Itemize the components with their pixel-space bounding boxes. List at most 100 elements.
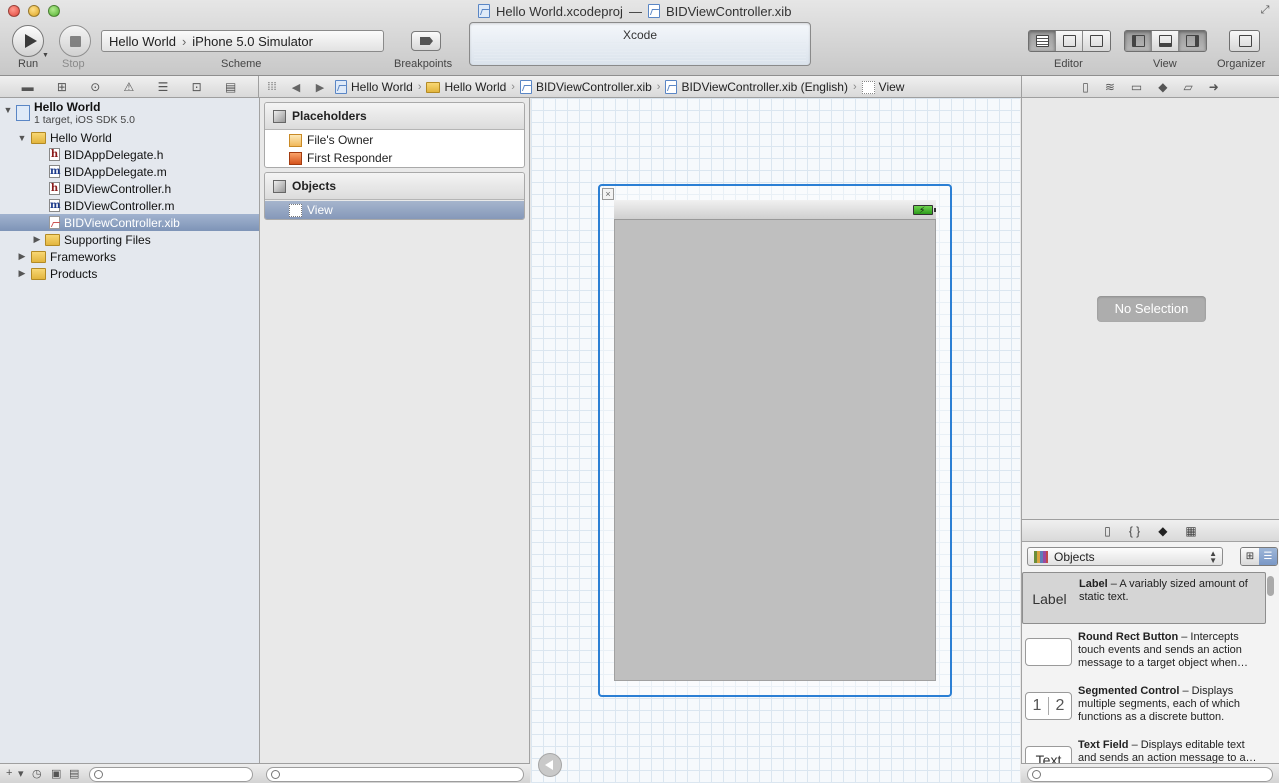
- toggle-debug-area-button[interactable]: [1152, 31, 1179, 51]
- file-row[interactable]: m BIDViewController.m: [0, 197, 259, 214]
- zoom-window-button[interactable]: [48, 5, 60, 17]
- file-row[interactable]: h BIDViewController.h: [0, 180, 259, 197]
- show-document-outline-icon[interactable]: [538, 753, 562, 777]
- identity-inspector-icon[interactable]: ▭: [1131, 80, 1142, 94]
- library-item-text-field[interactable]: Text Text Field – Displays editable text…: [1022, 734, 1266, 764]
- source-control-filter-icon[interactable]: ▣: [51, 767, 61, 780]
- window-toolbar: Hello World.xcodeproj — BIDViewControlle…: [0, 0, 1279, 76]
- main-view[interactable]: [614, 220, 936, 681]
- breadcrumb-localization[interactable]: BIDViewController.xib (English): [662, 80, 851, 94]
- group-row[interactable]: ▼ Hello World: [0, 129, 259, 146]
- version-editor-button[interactable]: [1083, 31, 1110, 51]
- filter-menu-caret-icon[interactable]: ▾: [18, 767, 24, 780]
- project-root-row[interactable]: ▼ Hello World 1 target, iOS SDK 5.0: [0, 100, 259, 128]
- breadcrumb-view[interactable]: View: [859, 80, 908, 94]
- library-item-round-rect-button[interactable]: Round Rect Button – Intercepts touch eve…: [1022, 626, 1266, 678]
- add-file-icon[interactable]: +: [6, 767, 12, 779]
- breadcrumb-project[interactable]: Hello World: [332, 80, 416, 94]
- icon-view-button[interactable]: ⊞: [1241, 548, 1259, 565]
- debug-navigator-icon[interactable]: ☰: [158, 80, 169, 94]
- file-row[interactable]: m BIDAppDelegate.m: [0, 163, 259, 180]
- breakpoint-navigator-icon[interactable]: ⊡: [192, 80, 202, 94]
- code-snippet-library-icon[interactable]: { }: [1129, 524, 1140, 538]
- run-menu-caret-icon[interactable]: ▼: [42, 52, 49, 59]
- library-item-name: Segmented Control: [1078, 685, 1180, 697]
- recent-files-icon[interactable]: ◷: [32, 767, 42, 780]
- disclosure-collapsed-icon[interactable]: ▶: [17, 268, 27, 279]
- fullscreen-icon[interactable]: ⤢: [1259, 4, 1271, 16]
- forward-arrow-icon[interactable]: ▶: [308, 81, 332, 94]
- outline-item-first-responder[interactable]: First Responder: [265, 149, 524, 167]
- interface-builder-canvas[interactable]: × ⚡: [531, 98, 1020, 783]
- disclosure-expanded-icon[interactable]: ▼: [3, 105, 13, 115]
- back-arrow-icon[interactable]: ◀: [284, 81, 308, 94]
- disclosure-expanded-icon[interactable]: ▼: [17, 133, 27, 143]
- breadcrumb-file[interactable]: BIDViewController.xib: [517, 80, 655, 94]
- scheme-target[interactable]: Hello World: [109, 34, 176, 49]
- disclosure-collapsed-icon[interactable]: ▶: [17, 251, 27, 262]
- library-view-mode-control[interactable]: ⊞ ☰: [1240, 547, 1278, 566]
- toggle-navigator-button[interactable]: [1125, 31, 1152, 51]
- stop-button[interactable]: [59, 25, 91, 57]
- library-item-label[interactable]: Label Label – A variably sized amount of…: [1022, 572, 1266, 624]
- view-frame[interactable]: × ⚡: [598, 184, 952, 697]
- library-scroll-thumb[interactable]: [1267, 576, 1274, 596]
- connections-inspector-icon[interactable]: ➜: [1209, 80, 1219, 94]
- library-scrollbar[interactable]: [1267, 576, 1275, 760]
- breadcrumb-separator: ›: [417, 81, 422, 93]
- folder-icon: [31, 250, 46, 263]
- scheme-selector[interactable]: Hello World › iPhone 5.0 Simulator: [101, 30, 384, 52]
- library-item-segmented-control[interactable]: 1 2 Segmented Control – Displays multipl…: [1022, 680, 1266, 732]
- file-inspector-icon[interactable]: ▯: [1082, 80, 1089, 94]
- outline-item-view[interactable]: View: [265, 201, 524, 219]
- close-scene-icon[interactable]: ×: [602, 188, 614, 200]
- document-outline: Placeholders File's Owner First Responde…: [260, 98, 530, 763]
- breadcrumb-group[interactable]: Hello World: [423, 80, 509, 94]
- navigator-selector-bar: ▬ ⊞ ⊙ ⚠ ☰ ⊡ ▤: [0, 76, 259, 98]
- scheme-destination[interactable]: iPhone 5.0 Simulator: [192, 34, 313, 49]
- project-navigator-icon[interactable]: ▬: [22, 80, 34, 94]
- search-navigator-icon[interactable]: ⊙: [90, 80, 100, 94]
- quick-help-icon[interactable]: ≋: [1105, 80, 1115, 94]
- library-search-field[interactable]: [1027, 767, 1273, 782]
- standard-editor-button[interactable]: [1029, 31, 1056, 51]
- size-inspector-icon[interactable]: ▱: [1183, 80, 1192, 94]
- xib-file-icon: [49, 216, 60, 229]
- object-library-icon[interactable]: ◆: [1158, 524, 1167, 538]
- breakpoints-button[interactable]: [411, 31, 441, 51]
- no-selection-label: No Selection: [1097, 296, 1206, 322]
- project-subtitle: 1 target, iOS SDK 5.0: [34, 114, 135, 126]
- library-filter-popup[interactable]: Objects ▲ ▼: [1027, 547, 1223, 566]
- issue-navigator-icon[interactable]: ⚠: [124, 80, 135, 94]
- view-segmented-control[interactable]: [1124, 30, 1207, 52]
- editor-mode-segmented-control[interactable]: [1028, 30, 1111, 52]
- toggle-utilities-button[interactable]: [1179, 31, 1206, 51]
- log-navigator-icon[interactable]: ▤: [225, 80, 236, 94]
- outline-item-files-owner[interactable]: File's Owner: [265, 131, 524, 149]
- organizer-button[interactable]: [1229, 30, 1260, 52]
- supporting-files-row[interactable]: ▶ Supporting Files: [0, 231, 259, 248]
- file-row-selected[interactable]: BIDViewController.xib: [0, 214, 259, 231]
- outline-search-field[interactable]: [266, 767, 524, 782]
- related-files-icon[interactable]: ⁞⁞⁞: [260, 81, 284, 93]
- organizer-icon: [1239, 35, 1252, 47]
- disclosure-collapsed-icon[interactable]: ▶: [32, 234, 42, 245]
- minimize-window-button[interactable]: [28, 5, 40, 17]
- object-library-books-icon: [1034, 550, 1048, 563]
- header-file-icon: h: [49, 148, 60, 161]
- unsaved-filter-icon[interactable]: ▤: [69, 767, 79, 780]
- list-view-button[interactable]: ☰: [1259, 548, 1277, 565]
- products-row[interactable]: ▶ Products: [0, 265, 259, 282]
- file-row[interactable]: h BIDAppDelegate.h: [0, 146, 259, 163]
- media-library-icon[interactable]: ▦: [1185, 524, 1196, 538]
- assistant-editor-button[interactable]: [1056, 31, 1083, 51]
- attributes-inspector-icon[interactable]: ◆: [1158, 80, 1167, 94]
- file-template-library-icon[interactable]: ▯: [1104, 524, 1111, 538]
- close-window-button[interactable]: [8, 5, 20, 17]
- symbol-navigator-icon[interactable]: ⊞: [57, 80, 67, 94]
- run-button[interactable]: [12, 25, 44, 57]
- frameworks-row[interactable]: ▶ Frameworks: [0, 248, 259, 265]
- navigator-search-field[interactable]: [89, 767, 253, 782]
- breadcrumb-view-label: View: [878, 80, 905, 94]
- view-icon: [289, 203, 302, 217]
